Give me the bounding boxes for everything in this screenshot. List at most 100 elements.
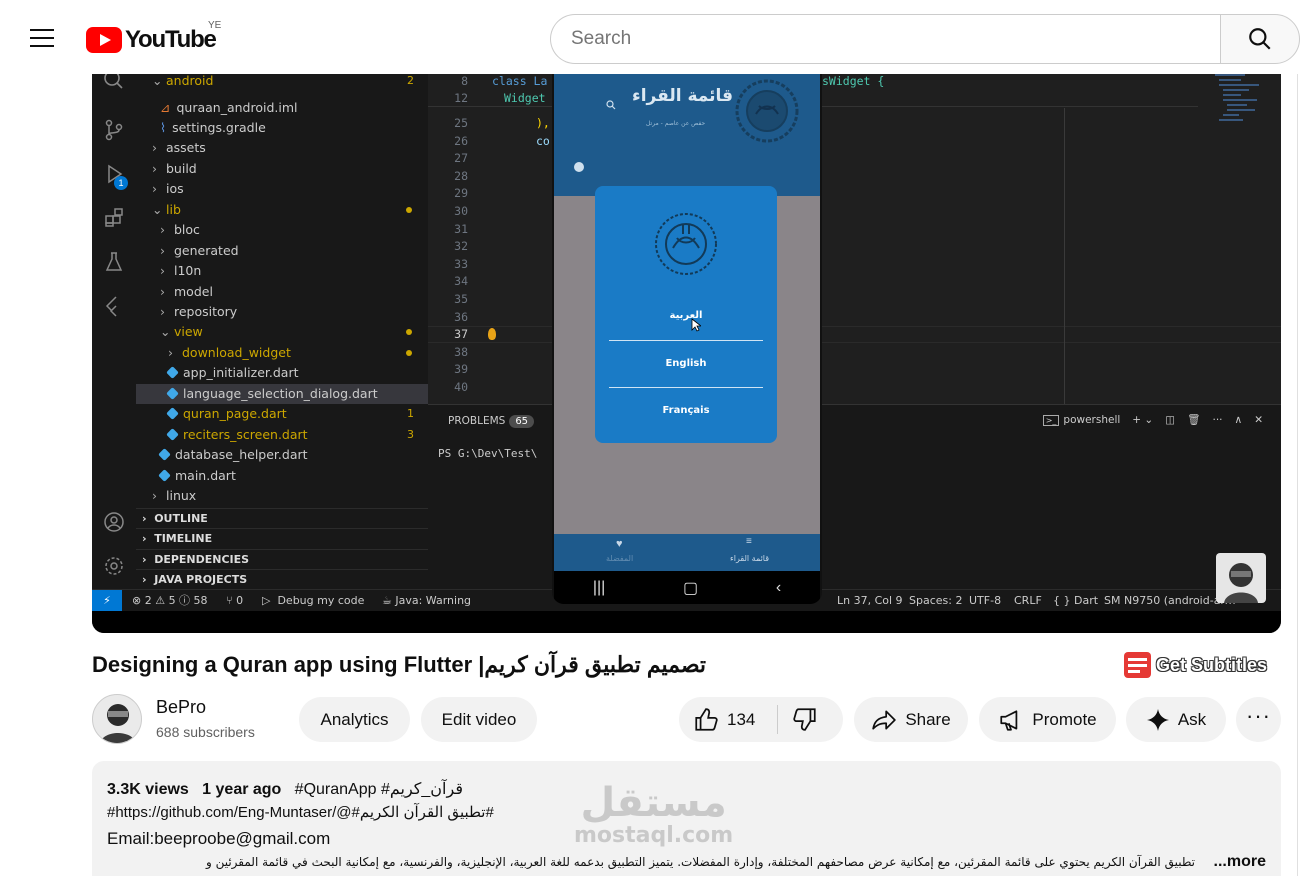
line-number: 28 <box>454 169 468 183</box>
show-more-button[interactable]: ...more <box>1214 853 1266 871</box>
channel-name[interactable]: BePro <box>156 697 206 718</box>
status-spaces[interactable]: Spaces: 2 <box>909 590 962 612</box>
debug-badge: 1 <box>114 176 128 190</box>
description-text: تطبيق القرآن الكريم يحتوي على قائمة المق… <box>205 855 1195 869</box>
chevron-up-icon[interactable]: ∧ <box>1235 414 1243 426</box>
section-outline[interactable]: › OUTLINE <box>136 508 428 528</box>
description-meta: 3.3K views 1 year ago #QuranApp #قرآن_كر… <box>107 779 463 799</box>
status-position[interactable]: Ln 37, Col 9 <box>837 590 903 612</box>
tree-folder-lib[interactable]: ⌄ lib <box>136 200 428 220</box>
more-icon[interactable]: ··· <box>1212 414 1222 426</box>
view-count: 3.3K views <box>107 781 189 798</box>
trash-icon[interactable]: 🗑 <box>1187 413 1200 426</box>
avatar[interactable] <box>92 694 142 744</box>
tree-folder[interactable]: › generated <box>136 241 428 261</box>
tree-folder[interactable]: › repository <box>136 302 428 322</box>
search-icon[interactable] <box>606 100 616 110</box>
status-eol[interactable]: CRLF <box>1014 590 1042 612</box>
line-number: 38 <box>454 345 468 359</box>
tree-folder-android[interactable]: ⌄ android 2 <box>136 74 428 91</box>
line-number: 32 <box>454 239 468 253</box>
terminal-shell-label[interactable]: >_ powershell <box>1042 414 1120 426</box>
status-ports[interactable]: ⑂ 0 <box>226 590 243 612</box>
more-actions-button[interactable]: ··· <box>1236 697 1281 742</box>
add-icon[interactable] <box>574 162 584 172</box>
tree-file[interactable]: main.dart <box>136 466 428 486</box>
source-control-icon <box>105 119 123 141</box>
analytics-button[interactable]: Analytics <box>299 697 410 742</box>
nav-favorites[interactable]: المفضلة <box>606 554 633 563</box>
split-terminal-icon[interactable]: ◫ <box>1165 414 1175 426</box>
minimap[interactable] <box>1213 74 1273 214</box>
terminal-output[interactable]: PS G:\Dev\Test\ <box>438 447 537 460</box>
tree-folder-view[interactable]: ⌄ view <box>136 322 428 342</box>
search-button[interactable] <box>1220 14 1300 64</box>
line-number: 40 <box>454 380 468 394</box>
tree-file[interactable]: ⊿ quraan_android.iml <box>136 98 428 118</box>
tree-folder[interactable]: › model <box>136 282 428 302</box>
status-language[interactable]: { } Dart <box>1053 590 1098 612</box>
video-player[interactable]: 1 ⌄ android 2 ⊿ quraan_android.iml ⌇ setting… <box>92 74 1281 633</box>
thumbs-up-icon <box>695 707 718 731</box>
tree-file[interactable]: database_helper.dart <box>136 445 428 465</box>
new-terminal-icon[interactable]: + ⌄ <box>1132 414 1153 426</box>
promote-button[interactable]: Promote <box>979 697 1116 742</box>
section-timeline[interactable]: › TIMELINE <box>136 528 428 548</box>
status-encoding[interactable]: UTF-8 <box>969 590 1001 612</box>
list-icon[interactable]: ≡ <box>746 536 752 547</box>
section-java-projects[interactable]: › JAVA PROJECTS <box>136 569 428 589</box>
youtube-logo[interactable]: YouTube <box>86 26 217 54</box>
extensions-icon <box>105 208 123 227</box>
tree-folder[interactable]: › download_widget <box>136 343 428 363</box>
tree-folder[interactable]: › assets <box>136 138 428 158</box>
line-number: 25 <box>454 116 468 130</box>
tree-folder[interactable]: › l10n <box>136 261 428 281</box>
cursor-icon <box>691 318 701 332</box>
player-controls-bar[interactable] <box>92 611 1281 633</box>
tree-folder[interactable]: › linux <box>136 486 428 506</box>
status-java[interactable]: ☕ Java: Warning <box>382 590 471 612</box>
tree-folder[interactable]: › ios <box>136 179 428 199</box>
ask-label: Ask <box>1177 709 1207 729</box>
get-subtitles-button[interactable]: Get Subtitles <box>1124 652 1267 678</box>
description-link[interactable]: #https://github.com/Eng-Muntaser/@#تطبيق… <box>107 803 494 821</box>
tree-file[interactable]: quran_page.dart 1 <box>136 404 428 424</box>
status-debug[interactable]: ▷ Debug my code <box>262 590 364 612</box>
language-option-french[interactable]: Français <box>595 405 777 416</box>
tree-file[interactable]: app_initializer.dart <box>136 363 428 383</box>
tree-file[interactable]: reciters_screen.dart 3 <box>136 425 428 445</box>
close-icon[interactable]: ✕ <box>1254 414 1263 426</box>
phone-title: قائمة القراء <box>632 86 734 106</box>
hashtags[interactable]: #QuranApp #قرآن_كريم <box>295 781 463 798</box>
tree-file-selected[interactable]: language_selection_dialog.dart <box>136 384 428 404</box>
ask-button[interactable]: Ask <box>1126 697 1226 742</box>
language-option-arabic[interactable]: العربية <box>595 310 777 321</box>
like-button[interactable]: 134 <box>693 707 755 733</box>
tree-folder[interactable]: › build <box>136 159 428 179</box>
menu-icon[interactable] <box>30 29 54 49</box>
home-icon[interactable]: ▢ <box>683 578 698 598</box>
tree-folder[interactable]: › bloc <box>136 220 428 240</box>
account-icon <box>104 512 124 532</box>
remote-icon[interactable]: ⚡ <box>92 590 122 612</box>
section-dependencies[interactable]: › DEPENDENCIES <box>136 549 428 569</box>
megaphone-icon <box>1000 709 1018 731</box>
phone-emulator: قائمة القراء حفص عن عاصم - مرتل العربية … <box>552 74 822 604</box>
lightbulb-icon[interactable] <box>488 328 496 340</box>
status-errors[interactable]: ⊗ 2 ⚠ 5 ⓘ 58 <box>132 590 208 612</box>
page-edge <box>1297 74 1302 876</box>
language-option-english[interactable]: English <box>595 358 777 369</box>
edit-video-button[interactable]: Edit video <box>421 697 537 742</box>
share-button[interactable]: Share <box>854 697 968 742</box>
line-number: 33 <box>454 257 468 271</box>
back-icon[interactable]: ‹ <box>776 579 781 597</box>
heart-icon[interactable]: ♥ <box>616 538 623 550</box>
dislike-button[interactable] <box>792 706 826 737</box>
tree-file[interactable]: ⌇ settings.gradle <box>136 118 428 138</box>
search-input[interactable] <box>550 14 1220 64</box>
recent-apps-icon[interactable]: ||| <box>593 579 605 597</box>
channel-watermark[interactable] <box>1216 553 1266 603</box>
nav-reciters[interactable]: قائمة القراء <box>730 554 769 563</box>
description-box[interactable]: مستقل mostaql.com 3.3K views 1 year ago … <box>92 761 1281 876</box>
tab-problems[interactable]: PROBLEMS 65 <box>448 415 535 428</box>
